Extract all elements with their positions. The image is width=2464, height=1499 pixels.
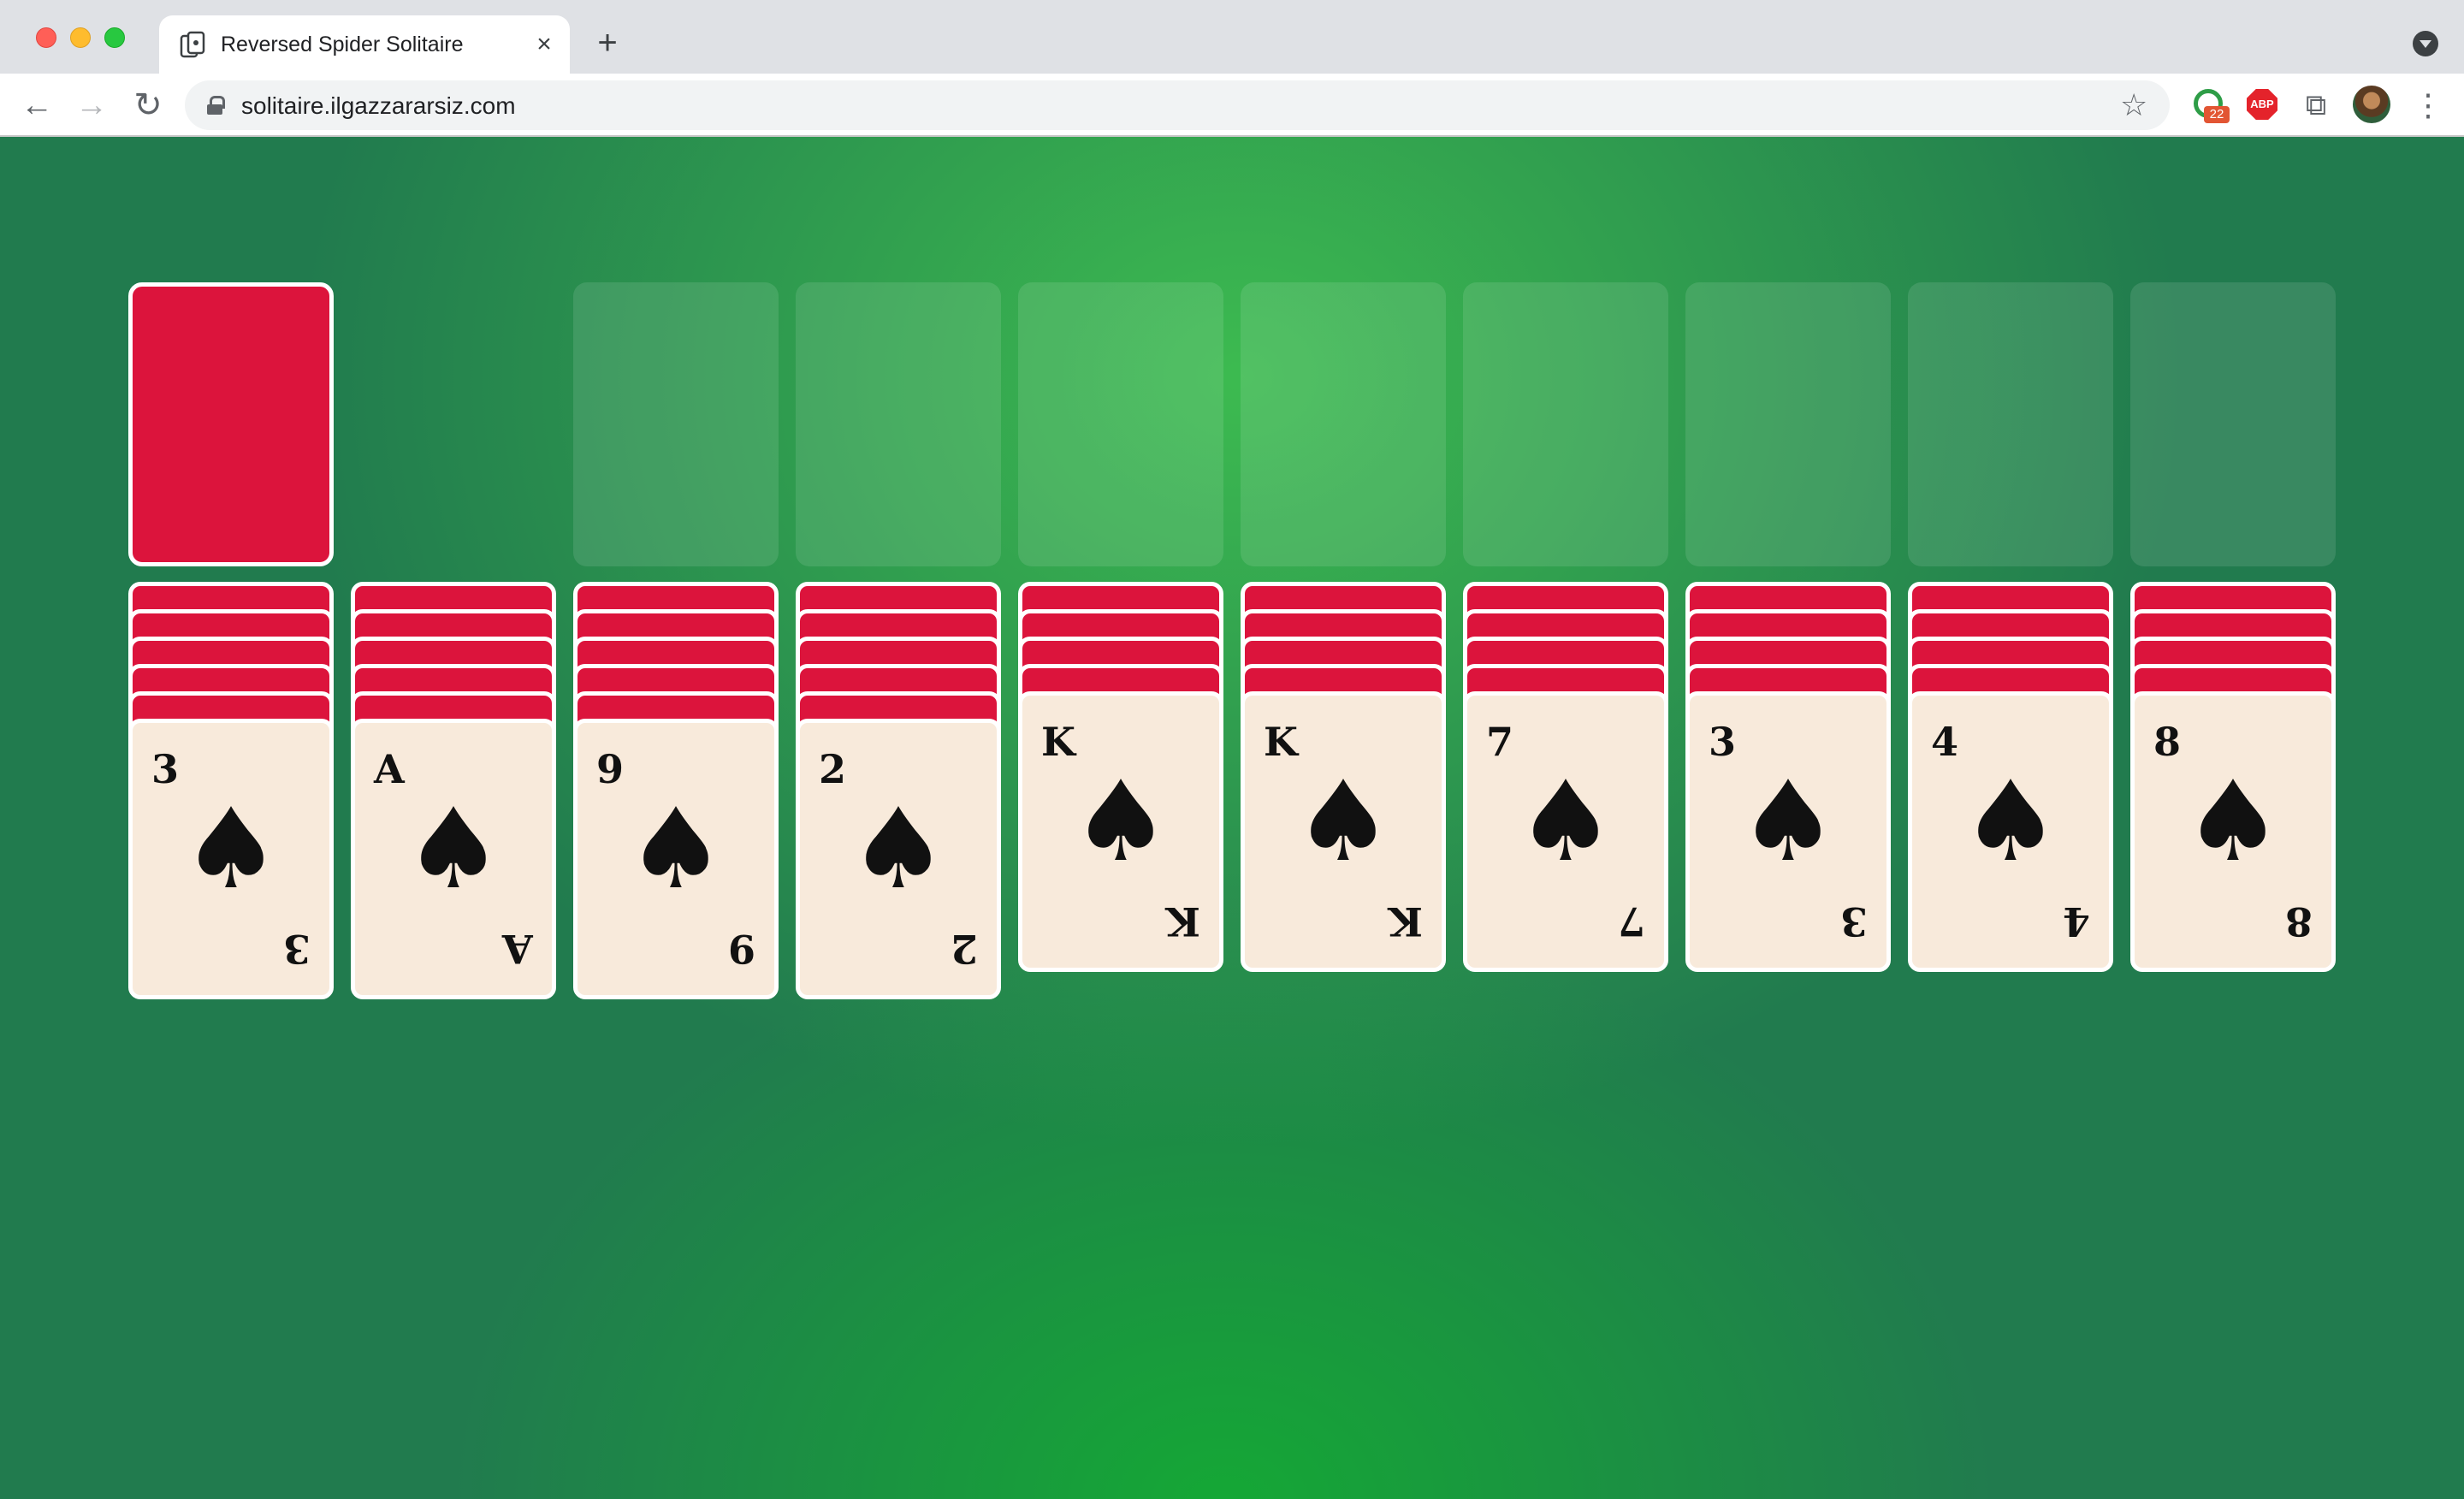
browser-tab[interactable]: Reversed Spider Solitaire ×: [159, 15, 570, 74]
card-rank: K: [1041, 719, 1075, 765]
face-up-card[interactable]: 7 ♠ 7: [1463, 691, 1668, 972]
face-up-card[interactable]: 9 ♠ 9: [573, 719, 779, 999]
window-close-button[interactable]: [36, 27, 56, 48]
window-minimize-button[interactable]: [70, 27, 91, 48]
browser-tab-strip: Reversed Spider Solitaire × +: [0, 0, 2464, 74]
spade-icon: ♠: [1070, 756, 1171, 886]
puzzle-icon[interactable]: ⧉: [2298, 87, 2334, 123]
spade-icon: ♠: [2183, 756, 2283, 886]
card-rank: 7: [1486, 719, 1514, 765]
url-text[interactable]: solitaire.ilgazzararsiz.com: [241, 92, 516, 120]
extension-icon[interactable]: 22: [2192, 87, 2230, 123]
spade-icon: ♠: [1293, 756, 1394, 886]
card-rank-inverted: 9: [727, 926, 755, 972]
face-up-card[interactable]: K ♠ K: [1241, 691, 1446, 972]
foundation-slot: [1018, 282, 1223, 566]
browser-toolbar: ← → ↻ solitaire.ilgazzararsiz.com ☆ 22 A…: [0, 74, 2464, 137]
card-rank-inverted: 3: [282, 926, 311, 972]
card-rank-inverted: 4: [2062, 898, 2090, 945]
card-rank: 8: [2153, 719, 2182, 765]
card-rank: K: [1264, 719, 1298, 765]
card-rank-inverted: 7: [1617, 898, 1645, 945]
spade-icon: ♠: [625, 784, 726, 914]
foundation-slot: [796, 282, 1001, 566]
card-rank: 2: [819, 746, 847, 792]
card-rank-inverted: A: [502, 926, 533, 972]
lock-icon[interactable]: [207, 96, 225, 115]
face-up-card[interactable]: 3 ♠ 3: [1685, 691, 1891, 972]
face-up-card[interactable]: 4 ♠ 4: [1908, 691, 2113, 972]
card-rank-inverted: 3: [1839, 898, 1868, 945]
adblock-icon[interactable]: ABP: [2245, 87, 2281, 123]
tableau-pile: A ♠ A: [351, 582, 556, 999]
face-up-card[interactable]: K ♠ K: [1018, 691, 1223, 972]
stock-pile[interactable]: [128, 282, 334, 566]
foundation-slot: [1241, 282, 1446, 566]
card-rank: 4: [1931, 719, 1959, 765]
spade-icon: ♠: [848, 784, 949, 914]
spade-icon: ♠: [1515, 756, 1616, 886]
reload-button[interactable]: ↻: [127, 84, 169, 127]
tableau-pile: 2 ♠ 2: [796, 582, 1001, 999]
tab-close-icon[interactable]: ×: [529, 29, 560, 60]
game-board: 3 ♠ 3 A ♠ A 9 ♠ 9 2 ♠ 2 K ♠ K K ♠ K 7 ♠ 7 3 ♠ 3 4 ♠ 4 8 ♠ 8: [0, 137, 2464, 1499]
spade-icon: ♠: [1960, 756, 2061, 886]
face-up-card[interactable]: 2 ♠ 2: [796, 719, 1001, 999]
spade-icon: ♠: [403, 784, 504, 914]
avatar[interactable]: [2353, 86, 2390, 123]
foundation-slot: [1908, 282, 2113, 566]
card-rank-inverted: K: [1389, 898, 1423, 945]
tableau-pile: 7 ♠ 7: [1463, 582, 1668, 972]
foundation-slot: [1463, 282, 1668, 566]
spade-icon: ♠: [181, 784, 281, 914]
extension-badge: 22: [2204, 106, 2230, 123]
card-rank-inverted: 2: [950, 926, 978, 972]
face-up-card[interactable]: 8 ♠ 8: [2130, 691, 2336, 972]
foundation-slot: [573, 282, 779, 566]
tableau-pile: 9 ♠ 9: [573, 582, 779, 999]
face-up-card[interactable]: 3 ♠ 3: [128, 719, 334, 999]
tableau-pile: 3 ♠ 3: [1685, 582, 1891, 972]
new-tab-button[interactable]: +: [589, 24, 626, 62]
card-rank: 9: [596, 746, 625, 792]
tableau-pile: 3 ♠ 3: [128, 582, 334, 999]
face-up-card[interactable]: A ♠ A: [351, 719, 556, 999]
favicon-cards-icon: [180, 31, 205, 58]
card-rank: A: [374, 746, 405, 792]
bookmark-star-icon[interactable]: ☆: [2120, 86, 2147, 125]
tableau-pile: 4 ♠ 4: [1908, 582, 2113, 972]
tableau-pile: K ♠ K: [1241, 582, 1446, 972]
address-bar[interactable]: solitaire.ilgazzararsiz.com ☆: [185, 80, 2170, 130]
tab-search-icon[interactable]: [2413, 31, 2438, 56]
foundation-slot: [1685, 282, 1891, 566]
menu-icon[interactable]: ⋮: [2413, 84, 2443, 127]
window-maximize-button[interactable]: [104, 27, 125, 48]
tab-title: Reversed Spider Solitaire: [221, 33, 464, 56]
foundation-slot: [2130, 282, 2336, 566]
spade-icon: ♠: [1738, 756, 1839, 886]
card-rank-inverted: K: [1166, 898, 1200, 945]
tableau-pile: 8 ♠ 8: [2130, 582, 2336, 972]
adblock-label: ABP: [2247, 89, 2277, 120]
card-rank: 3: [1709, 719, 1737, 765]
back-button[interactable]: ←: [15, 84, 58, 127]
tableau-pile: K ♠ K: [1018, 582, 1223, 972]
card-rank: 3: [151, 746, 180, 792]
forward-button[interactable]: →: [70, 84, 113, 127]
card-rank-inverted: 8: [2284, 898, 2313, 945]
